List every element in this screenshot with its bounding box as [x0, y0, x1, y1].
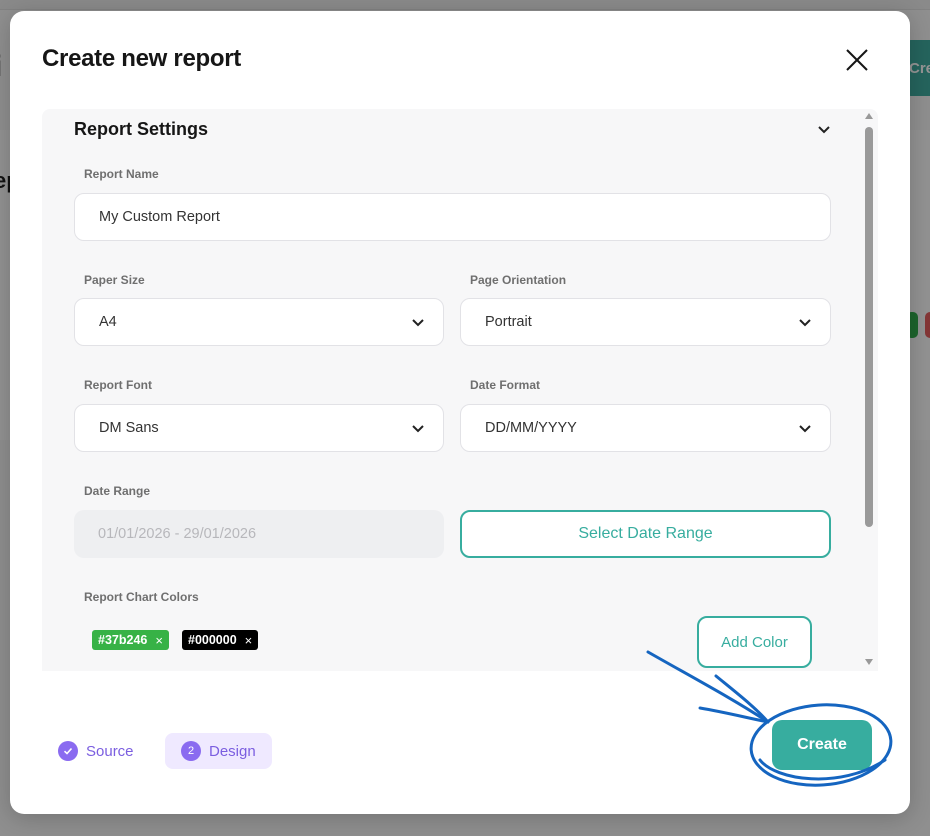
step-design[interactable]: 2 Design	[165, 733, 272, 769]
step-number-badge: 2	[181, 741, 201, 761]
chevron-down-icon	[818, 126, 830, 134]
color-tag-black: #000000 ×	[182, 630, 259, 650]
step-design-label: Design	[209, 742, 256, 760]
close-button[interactable]	[842, 45, 872, 75]
create-button[interactable]: Create	[772, 720, 872, 770]
remove-color-icon[interactable]: ×	[245, 633, 253, 648]
date-format-select[interactable]: DD/MM/YYYY	[460, 404, 831, 452]
report-font-value: DM Sans	[99, 420, 159, 436]
step-source[interactable]: Source	[58, 741, 134, 761]
section-toggle[interactable]	[814, 119, 834, 139]
chart-colors-label: Report Chart Colors	[84, 590, 199, 604]
chevron-down-icon	[799, 425, 811, 433]
scroll-down-arrow-icon[interactable]	[865, 659, 873, 665]
date-range-label: Date Range	[84, 484, 151, 498]
page-orientation-select[interactable]: Portrait	[460, 298, 831, 346]
report-settings-panel: Report Settings Report Name My Custom Re…	[42, 109, 878, 671]
page-orientation-label: Page Orientation	[470, 273, 567, 287]
chevron-down-icon	[412, 425, 424, 433]
paper-size-label: Paper Size	[84, 273, 145, 287]
step-source-label: Source	[86, 742, 134, 760]
add-color-button[interactable]: Add Color	[697, 616, 812, 668]
close-icon	[846, 49, 868, 71]
report-name-label: Report Name	[84, 167, 159, 181]
section-title: Report Settings	[74, 119, 209, 139]
report-name-input[interactable]: My Custom Report	[74, 193, 831, 241]
page-orientation-value: Portrait	[485, 314, 532, 330]
check-icon	[58, 741, 78, 761]
chevron-down-icon	[412, 319, 424, 327]
scroll-up-arrow-icon[interactable]	[865, 113, 873, 119]
scrollbar[interactable]	[862, 111, 876, 671]
select-date-range-button[interactable]: Select Date Range	[460, 510, 831, 558]
color-tag-green: #37b246 ×	[92, 630, 169, 650]
color-tag-label: #000000	[188, 633, 237, 647]
color-tag-label: #37b246	[98, 633, 148, 647]
create-report-modal: Create new report Report Settings Report…	[10, 11, 910, 814]
remove-color-icon[interactable]: ×	[155, 633, 163, 648]
date-format-label: Date Format	[470, 378, 541, 392]
modal-title: Create new report	[42, 45, 241, 72]
date-format-value: DD/MM/YYYY	[485, 420, 577, 436]
date-range-input: 01/01/2026 - 29/01/2026	[74, 510, 444, 558]
report-font-select[interactable]: DM Sans	[74, 404, 444, 452]
report-font-label: Report Font	[84, 378, 152, 392]
chevron-down-icon	[799, 319, 811, 327]
scroll-thumb[interactable]	[865, 127, 873, 527]
paper-size-value: A4	[99, 314, 117, 330]
paper-size-select[interactable]: A4	[74, 298, 444, 346]
